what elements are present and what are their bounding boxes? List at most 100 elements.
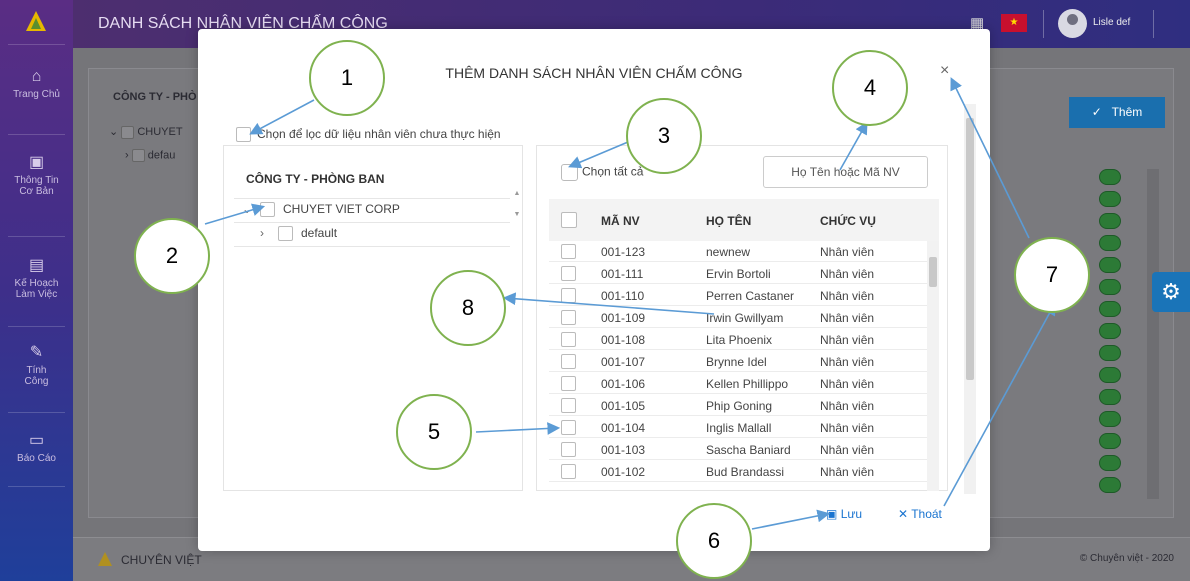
row-checkbox[interactable] [561, 310, 576, 325]
row-code: 001-109 [601, 311, 646, 325]
row-checkbox[interactable] [561, 442, 576, 457]
table-row[interactable]: 001-106 Kellen Phillippo Nhân viên [549, 373, 927, 394]
check-icon: ✓ [1091, 105, 1102, 119]
table-row[interactable]: 001-105 Phip Goning Nhân viên [549, 395, 927, 416]
sidebar-divider [8, 326, 65, 327]
sidebar-item-label: Báo Cáo [17, 453, 56, 464]
close-icon[interactable]: × [940, 62, 949, 80]
table-row[interactable]: 001-108 Lita Phoenix Nhân viên [549, 329, 927, 350]
background-tree-root-label: CHUYET [137, 126, 183, 138]
home-icon: ⌂ [31, 68, 42, 85]
modal-scrollbar-thumb[interactable] [966, 118, 974, 380]
table-scrollbar-thumb[interactable] [929, 257, 937, 287]
sidebar-item-reports[interactable]: ▭ Báo Cáo [0, 432, 73, 464]
row-name: newnew [706, 245, 751, 259]
schedule-icon [1099, 323, 1121, 339]
sidebar-item-basic-info[interactable]: ▣ Thông Tin Cơ Bản [0, 154, 73, 197]
row-checkbox[interactable] [561, 332, 576, 347]
row-checkbox[interactable] [561, 464, 576, 479]
tree-checkbox[interactable] [278, 226, 293, 242]
row-checkbox[interactable] [561, 376, 576, 391]
select-all[interactable]: Chọn tất cả [561, 164, 643, 181]
table-row[interactable]: 001-102 Bud Brandassi Nhân viên [549, 461, 927, 482]
row-code: 001-110 [601, 289, 645, 303]
column-header-name: HỌ TÊN [706, 214, 752, 228]
table-row[interactable]: 001-111 Ervin Bortoli Nhân viên [549, 263, 927, 284]
select-all-label: Chọn tất cả [582, 164, 644, 179]
background-checkbox [121, 125, 135, 139]
row-name: Ervin Bortoli [706, 267, 771, 281]
header-checkbox[interactable] [561, 212, 577, 228]
row-checkbox[interactable] [561, 354, 576, 369]
footer-brand: CHUYÊN VIỆT [121, 553, 202, 567]
row-position: Nhân viên [820, 399, 875, 413]
modal-scrollbar[interactable] [964, 104, 976, 494]
schedule-icon [1099, 455, 1121, 471]
row-position: Nhân viên [820, 421, 875, 435]
schedule-icon [1099, 257, 1121, 273]
table-row[interactable]: 001-107 Brynne Idel Nhân viên [549, 351, 927, 372]
sidebar-item-label: Thông Tin Cơ Bản [14, 175, 59, 197]
table-scrollbar[interactable] [927, 241, 939, 491]
sidebar-item-work-plan[interactable]: ▤ Kế Hoạch Làm Việc [0, 257, 73, 300]
row-checkbox[interactable] [561, 244, 576, 259]
settings-gear-icon[interactable]: ⚙ [1152, 272, 1190, 312]
sidebar-item-timekeeping[interactable]: ✎ Tính Công [0, 344, 73, 387]
row-name: Kellen Phillippo [706, 377, 789, 391]
tree-item-root[interactable]: ⌄ CHUYET VIET CORP [242, 202, 400, 218]
row-name: Lita Phoenix [706, 333, 773, 347]
row-checkbox[interactable] [561, 288, 576, 303]
row-code: 001-104 [601, 421, 646, 435]
table-row[interactable]: 001-109 Irwin Gwillyam Nhân viên [549, 307, 927, 328]
tree-item-label: default [301, 226, 338, 240]
schedule-icon [1099, 367, 1121, 383]
select-all-checkbox[interactable] [561, 164, 578, 181]
employee-table-body: 001-123 newnew Nhân viên 001-111 Ervin Bort… [549, 241, 939, 491]
row-position: Nhân viên [820, 333, 875, 347]
column-header-code: MÃ NV [601, 214, 640, 228]
add-button-label: Thêm [1111, 105, 1143, 119]
sidebar-item-label: Trang Chủ [13, 89, 60, 100]
sidebar-item-home[interactable]: ⌂ Trang Chủ [0, 68, 73, 100]
footer-logo-icon [98, 552, 112, 566]
row-position: Nhân viên [820, 465, 875, 479]
row-checkbox[interactable] [561, 420, 576, 435]
tree-scrollbar[interactable]: ▲ ▼ [512, 190, 522, 234]
language-flag-icon[interactable]: ★ [1001, 14, 1027, 32]
user-name[interactable]: Lisle def [1093, 17, 1130, 28]
save-button[interactable]: ▣ Lưu [826, 507, 862, 521]
search-input[interactable]: Họ Tên hoặc Mã NV [763, 156, 928, 188]
table-row[interactable]: 001-123 newnew Nhân viên [549, 241, 927, 262]
column-header-position: CHỨC VỤ [820, 214, 876, 228]
row-name: Irwin Gwillyam [706, 311, 784, 325]
tree-checkbox[interactable] [260, 202, 275, 218]
tree-item-default[interactable]: › default [260, 226, 338, 242]
row-name: Inglis Mallall [706, 421, 772, 435]
table-row[interactable]: 001-104 Inglis Mallall Nhân viên [549, 417, 927, 438]
filter-checkbox[interactable] [236, 127, 251, 143]
row-code: 001-123 [601, 245, 646, 259]
sidebar-divider [8, 44, 65, 45]
divider [234, 222, 510, 223]
table-row[interactable]: 001-110 Perren Castaner Nhân viên [549, 285, 927, 306]
sidebar: ⌂ Trang Chủ ▣ Thông Tin Cơ Bản ▤ Kế Hoạch L… [0, 0, 73, 581]
filter-label: Chọn để lọc dữ liệu nhân viên chưa thực … [257, 127, 501, 141]
avatar[interactable] [1058, 9, 1087, 38]
exit-button-label: Thoát [911, 507, 942, 521]
background-tree-child: › defau [125, 149, 175, 162]
schedule-icon [1099, 389, 1121, 405]
chevron-right-icon[interactable]: › [260, 226, 278, 240]
row-checkbox[interactable] [561, 398, 576, 413]
row-position: Nhân viên [820, 443, 875, 457]
exit-button[interactable]: ✕ Thoát [898, 507, 942, 521]
save-icon: ▣ [826, 507, 838, 521]
row-name: Sascha Baniard [706, 443, 791, 457]
schedule-icon [1099, 477, 1121, 493]
folder-icon: ▭ [28, 432, 45, 449]
filter-unprocessed[interactable]: Chọn để lọc dữ liệu nhân viên chưa thực … [236, 127, 501, 143]
chevron-down-icon[interactable]: ⌄ [242, 202, 260, 216]
department-panel-header: CÔNG TY - PHÒNG BAN [246, 172, 385, 186]
schedule-icon [1099, 345, 1121, 361]
row-checkbox[interactable] [561, 266, 576, 281]
table-row[interactable]: 001-103 Sascha Baniard Nhân viên [549, 439, 927, 460]
